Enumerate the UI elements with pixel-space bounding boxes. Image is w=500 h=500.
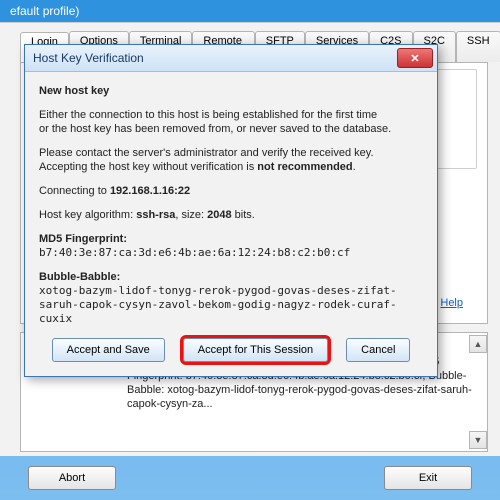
size: 2048 [207, 209, 231, 221]
connecting-ip: 192.168.1.16:22 [110, 185, 190, 197]
log-scrollbar[interactable]: ▲ ▼ [469, 335, 485, 449]
help-link[interactable]: Help [440, 297, 463, 309]
algo-pre: Host key algorithm: [39, 209, 136, 221]
dialog-heading: New host key [39, 85, 109, 97]
accept-session-button[interactable]: Accept for This Session [183, 338, 328, 362]
exit-button[interactable]: Exit [384, 466, 472, 490]
host-key-dialog: Host Key Verification ✕ New host key Eit… [24, 44, 438, 377]
abort-button[interactable]: Abort [28, 466, 116, 490]
size-pre: , size: [175, 209, 207, 221]
cancel-button[interactable]: Cancel [346, 338, 410, 362]
md5-value: b7:40:3e:87:ca:3d:e6:4b:ae:6a:12:24:b8:c… [39, 246, 350, 259]
scroll-up-icon[interactable]: ▲ [469, 335, 487, 353]
bb-label: Bubble-Babble: [39, 271, 120, 283]
close-icon[interactable]: ✕ [397, 48, 433, 68]
dialog-p2a: Please contact the server's administrato… [39, 147, 374, 159]
tab-ssh[interactable]: SSH [456, 31, 500, 62]
dialog-p2b-bold: not recommended [257, 161, 352, 173]
dialog-p2b-post: . [353, 161, 356, 173]
window-title: efault profile) [0, 0, 500, 22]
accept-save-button[interactable]: Accept and Save [52, 338, 165, 362]
size-post: bits. [232, 209, 255, 221]
dialog-titlebar[interactable]: Host Key Verification ✕ [25, 45, 437, 72]
dialog-p1b: or the host key has been removed from, o… [39, 123, 391, 135]
algo: ssh-rsa [136, 209, 175, 221]
bb-value: xotog-bazym-lidof-tonyg-rerok-pygod-gova… [39, 284, 397, 325]
scroll-down-icon[interactable]: ▼ [469, 431, 487, 449]
dialog-body: New host key Either the connection to th… [25, 72, 437, 376]
connecting-pre: Connecting to [39, 185, 110, 197]
dialog-title: Host Key Verification [29, 51, 144, 65]
md5-label: MD5 Fingerprint: [39, 233, 127, 245]
dialog-p1a: Either the connection to this host is be… [39, 109, 377, 121]
footer-bar: Abort Exit [0, 456, 500, 500]
dialog-p2b-pre: Accepting the host key without verificat… [39, 161, 257, 173]
